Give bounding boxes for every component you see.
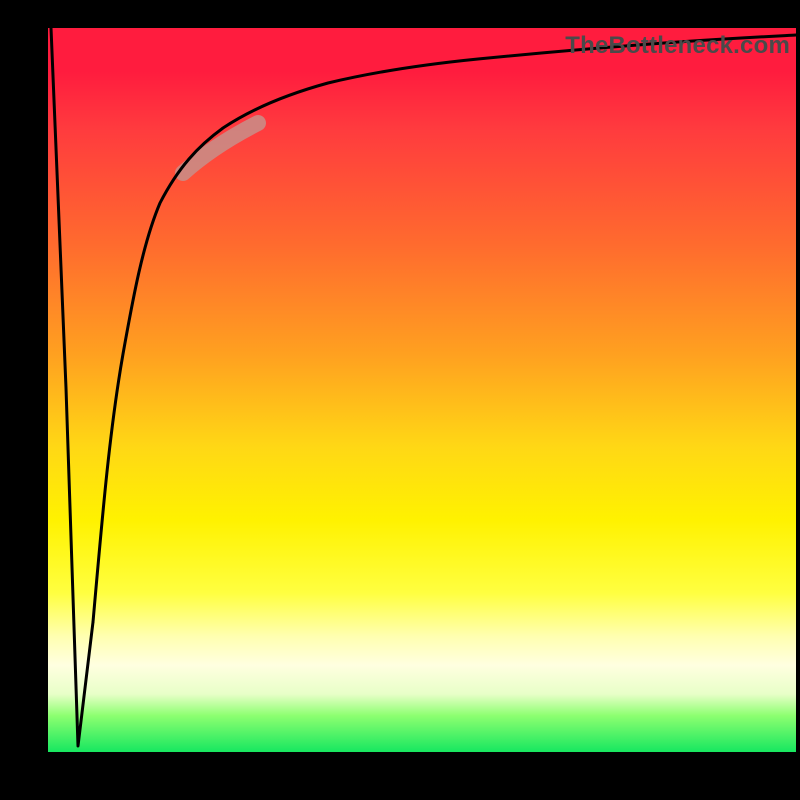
plot-area: TheBottleneck.com xyxy=(48,28,796,752)
main-curve xyxy=(93,35,796,622)
chart-lines xyxy=(48,28,796,752)
watermark-text: TheBottleneck.com xyxy=(565,32,790,60)
spike-line xyxy=(51,28,93,746)
